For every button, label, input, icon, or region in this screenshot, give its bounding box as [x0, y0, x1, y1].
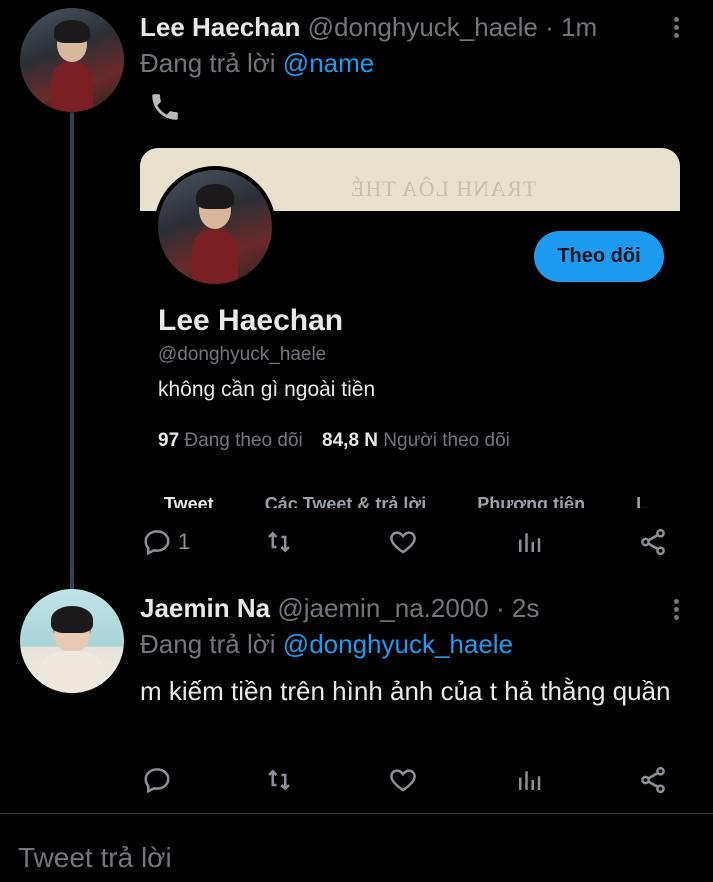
- following-count: 97: [158, 430, 180, 451]
- replying-to-link[interactable]: @donghyuck_haele: [283, 629, 513, 659]
- banner-text: TRANH LÔA THÉ: [350, 176, 537, 201]
- tab-likes[interactable]: L: [636, 494, 647, 508]
- share-icon: [641, 528, 665, 556]
- author-handle[interactable]: @donghyuck_haele: [308, 12, 538, 42]
- thread-connector-line: [70, 112, 74, 590]
- tweet-time: · 2s: [495, 593, 540, 623]
- tab-tweets[interactable]: Tweet: [164, 494, 214, 508]
- tab-media[interactable]: Phương tiện: [477, 494, 585, 508]
- author-handle[interactable]: @jaemin_na.2000: [277, 593, 488, 623]
- tweet-text: m kiếm tiền trên hình ảnh của t hả thằng…: [140, 676, 671, 706]
- followers-count: 84,8 N: [322, 430, 379, 451]
- avatar[interactable]: [20, 589, 124, 693]
- follow-button[interactable]: Theo dõi: [534, 231, 664, 282]
- share-button[interactable]: [638, 762, 668, 798]
- card-tabs: Tweet Các Tweet & trả lời Phương tiện L: [164, 494, 680, 508]
- analytics-button[interactable]: [514, 524, 544, 560]
- avatar[interactable]: [20, 8, 124, 112]
- retweet-button[interactable]: [264, 762, 294, 798]
- more-options-icon[interactable]: [674, 596, 679, 623]
- analytics-icon: [519, 771, 541, 790]
- replying-to: Đang trả lời @donghyuck_haele: [140, 629, 513, 660]
- card-stats: 97 Đang theo dõi 84,8 N Người theo dõi: [158, 430, 524, 452]
- like-button[interactable]: [388, 762, 418, 798]
- retweet-icon: [268, 769, 290, 791]
- reply-button[interactable]: [142, 762, 172, 798]
- author-name[interactable]: Jaemin Na: [140, 593, 270, 623]
- more-options-icon[interactable]: [674, 14, 679, 41]
- composer-divider: [0, 813, 713, 814]
- share-button[interactable]: [638, 524, 668, 560]
- replying-to-link[interactable]: @name: [283, 48, 374, 78]
- phone-icon: [152, 94, 178, 120]
- reply-icon: [144, 530, 170, 556]
- following-label[interactable]: Đang theo dõi: [184, 430, 302, 451]
- replying-to: Đang trả lời @name: [140, 48, 374, 79]
- reply-icon: [144, 768, 170, 794]
- replying-prefix: Đang trả lời: [140, 48, 276, 78]
- tab-tweets-replies[interactable]: Các Tweet & trả lời: [265, 494, 427, 508]
- followers-label[interactable]: Người theo dõi: [383, 430, 510, 451]
- reply-button[interactable]: 1: [142, 524, 190, 560]
- replying-prefix: Đang trả lời: [140, 629, 276, 659]
- tweet-header: Jaemin Na @jaemin_na.2000 · 2s: [140, 593, 539, 624]
- analytics-button[interactable]: [514, 762, 544, 798]
- heart-icon: [390, 531, 416, 554]
- profile-preview-card[interactable]: TRANH LÔA THÉ Theo dõi Lee Haechan @dong…: [140, 148, 680, 508]
- share-icon: [641, 766, 665, 794]
- tweet-header: Lee Haechan @donghyuck_haele · 1m: [140, 12, 597, 43]
- tweet-time: · 1m: [545, 12, 598, 42]
- reply-count: 1: [178, 529, 191, 554]
- tweet-actions: [140, 762, 675, 798]
- author-name[interactable]: Lee Haechan: [140, 12, 300, 42]
- retweet-icon: [268, 531, 290, 553]
- card-bio: không cần gì ngoài tiền: [158, 378, 376, 401]
- analytics-icon: [519, 533, 541, 552]
- retweet-button[interactable]: [264, 524, 294, 560]
- card-name: Lee Haechan: [158, 304, 344, 337]
- heart-icon: [390, 769, 416, 792]
- reply-input[interactable]: Tweet trả lời: [18, 842, 172, 874]
- like-button[interactable]: [388, 524, 418, 560]
- card-handle: @donghyuck_haele: [158, 344, 327, 365]
- tweet-actions: 1: [140, 524, 675, 560]
- card-avatar[interactable]: [154, 166, 276, 288]
